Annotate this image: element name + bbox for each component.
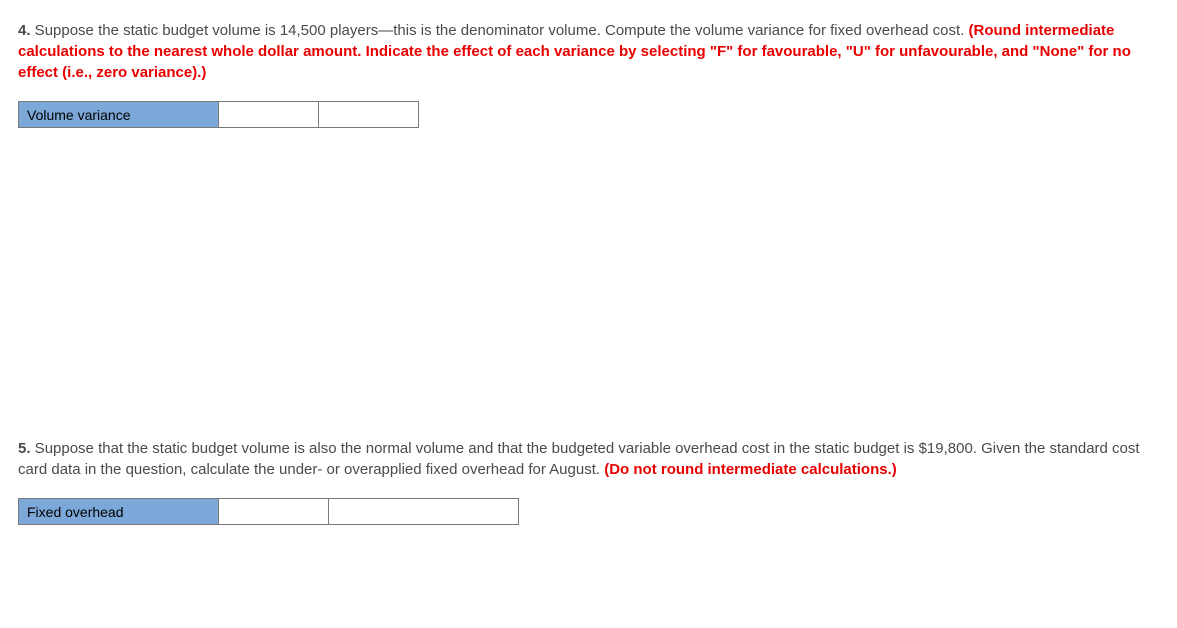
question-4-text: 4. Suppose the static budget volume is 1… — [18, 20, 1159, 83]
volume-variance-input-1[interactable] — [219, 102, 318, 127]
spacer — [18, 148, 1159, 438]
question-4-body: Suppose the static budget volume is 14,5… — [31, 22, 969, 39]
question-5-table: Fixed overhead — [18, 498, 519, 525]
fixed-overhead-input-cell-2 — [329, 499, 519, 525]
question-5-text: 5. Suppose that the static budget volume… — [18, 438, 1159, 480]
question-5-body: Suppose that the static budget volume is… — [18, 440, 1140, 478]
volume-variance-input-2[interactable] — [319, 102, 418, 127]
table-row: Fixed overhead — [19, 499, 519, 525]
question-4-table: Volume variance — [18, 101, 419, 128]
volume-variance-input-cell-1 — [219, 102, 319, 128]
question-4-block: 4. Suppose the static budget volume is 1… — [18, 20, 1159, 128]
volume-variance-label: Volume variance — [19, 102, 219, 128]
question-5-block: 5. Suppose that the static budget volume… — [18, 438, 1159, 525]
fixed-overhead-input-2[interactable] — [329, 499, 518, 524]
fixed-overhead-input-1[interactable] — [219, 499, 328, 524]
table-row: Volume variance — [19, 102, 419, 128]
question-5-instruction: (Do not round intermediate calculations.… — [604, 461, 897, 478]
volume-variance-input-cell-2 — [319, 102, 419, 128]
fixed-overhead-label: Fixed overhead — [19, 499, 219, 525]
question-5-number: 5. — [18, 440, 31, 457]
fixed-overhead-input-cell-1 — [219, 499, 329, 525]
question-4-number: 4. — [18, 22, 31, 39]
